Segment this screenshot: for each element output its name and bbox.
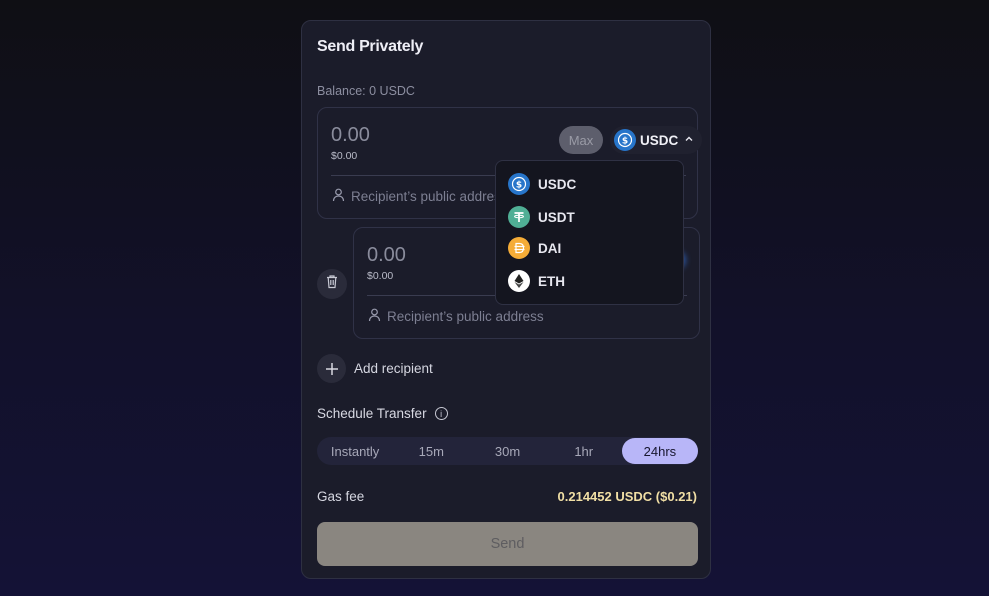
trash-icon: [325, 274, 339, 294]
schedule-option-24hrs[interactable]: 24hrs: [621, 438, 699, 464]
token-option-dai[interactable]: DAI: [508, 237, 561, 259]
token-option-label: USDC: [538, 176, 577, 192]
schedule-option-15m[interactable]: 15m: [393, 438, 469, 464]
svg-text:$: $: [622, 137, 628, 147]
eth-icon: [508, 270, 530, 292]
schedule-option-30m[interactable]: 30m: [469, 438, 545, 464]
balance-label: Balance: 0 USDC: [317, 84, 415, 98]
plus-icon: [317, 354, 346, 383]
token-dropdown-menu: $ USDC USDT DAI ETH: [495, 160, 684, 305]
recipient-address-input[interactable]: Recipient’s public address: [368, 308, 544, 325]
usdc-icon: $: [508, 173, 530, 195]
amount-input[interactable]: 0.00: [367, 244, 406, 267]
schedule-option-instantly[interactable]: Instantly: [317, 438, 393, 464]
schedule-transfer-label: Schedule Transfer i: [317, 406, 448, 421]
selected-token-label: USDC: [640, 132, 679, 148]
add-recipient-button[interactable]: Add recipient: [317, 354, 433, 383]
delete-recipient-button[interactable]: [317, 269, 347, 299]
recipient-address-placeholder: Recipient’s public address: [351, 189, 508, 204]
info-icon[interactable]: i: [434, 407, 448, 420]
schedule-segmented-control: Instantly 15m 30m 1hr 24hrs: [317, 437, 699, 465]
token-option-eth[interactable]: ETH: [508, 270, 565, 292]
svg-text:$: $: [516, 181, 522, 191]
user-icon: [368, 308, 381, 325]
schedule-label-text: Schedule Transfer: [317, 406, 427, 421]
recipient-address-placeholder: Recipient’s public address: [387, 309, 544, 324]
token-option-label: USDT: [538, 209, 575, 225]
token-option-usdt[interactable]: USDT: [508, 206, 575, 228]
schedule-option-1hr[interactable]: 1hr: [546, 438, 622, 464]
gas-fee-value: 0.214452 USDC ($0.21): [557, 489, 697, 504]
usdt-icon: [508, 206, 530, 228]
page-title: Send Privately: [317, 38, 424, 55]
amount-input[interactable]: 0.00: [331, 124, 370, 147]
token-option-label: DAI: [538, 240, 562, 256]
send-button[interactable]: Send: [317, 522, 698, 566]
chevron-up-icon: [682, 132, 696, 149]
usdc-icon: $: [614, 129, 636, 151]
amount-usd-value: $0.00: [367, 270, 394, 282]
recipient-address-input[interactable]: Recipient’s public address: [332, 188, 508, 205]
amount-usd-value: $0.00: [331, 150, 358, 162]
user-icon: [332, 188, 345, 205]
token-selector[interactable]: $ USDC: [610, 126, 703, 154]
add-recipient-label: Add recipient: [354, 361, 433, 376]
token-option-usdc[interactable]: $ USDC: [508, 173, 576, 195]
max-button[interactable]: Max: [559, 126, 603, 154]
dai-icon: [508, 237, 530, 259]
token-option-label: ETH: [538, 273, 565, 289]
gas-fee-label: Gas fee: [317, 489, 365, 504]
